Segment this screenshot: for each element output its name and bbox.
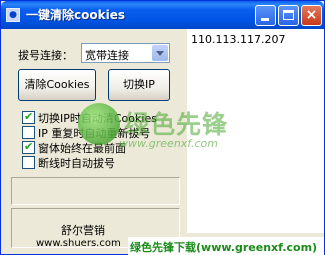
clear-cookies-button[interactable]: 清除Cookies bbox=[18, 69, 96, 101]
maximize-button[interactable] bbox=[278, 5, 299, 26]
status-box bbox=[11, 177, 180, 205]
option-label-always-on-top: 窗体始终在最前面 bbox=[38, 142, 126, 155]
checkbox-auto-clear-cookies[interactable]: ✔ bbox=[22, 110, 35, 124]
maximize-icon bbox=[283, 10, 294, 20]
watermark-banner-text: 绿色先锋下载(www.greenxf.com) bbox=[130, 241, 318, 254]
checkbox-always-on-top[interactable]: ✔ bbox=[22, 140, 35, 154]
minimize-icon bbox=[261, 18, 269, 21]
app-icon: ● bbox=[6, 8, 20, 22]
dial-connection-select[interactable]: 宽带连接 bbox=[81, 43, 170, 63]
minimize-button[interactable] bbox=[255, 5, 276, 26]
option-label-redial-on-disconnect: 断线时自动拔号 bbox=[38, 157, 115, 170]
watermark-url: www.greenxf.com bbox=[119, 137, 218, 150]
dial-connection-value: 宽带连接 bbox=[85, 49, 129, 62]
app-window: ● 一键清除cookies × 110.113.117.207 拔号连接： 宽带… bbox=[0, 0, 325, 255]
watermark-logo-icon bbox=[78, 103, 120, 145]
close-icon: × bbox=[305, 7, 318, 23]
brand-name: 舒尔营销 bbox=[61, 224, 105, 237]
switch-ip-button[interactable]: 切换IP bbox=[108, 69, 170, 101]
watermark-banner: 绿色先锋下载(www.greenxf.com) bbox=[128, 237, 324, 255]
watermark-text: 绿色先锋 bbox=[124, 110, 229, 139]
chevron-down-icon[interactable] bbox=[152, 45, 168, 61]
ip-list-item: 110.113.117.207 bbox=[191, 33, 286, 46]
checkbox-redial-on-repeat[interactable] bbox=[22, 126, 35, 139]
close-button[interactable]: × bbox=[301, 5, 322, 26]
dial-connection-label: 拔号连接： bbox=[18, 49, 73, 62]
checkbox-redial-on-disconnect[interactable] bbox=[22, 156, 35, 169]
checkmark-icon: ✔ bbox=[24, 110, 34, 123]
window-title: 一键清除cookies bbox=[26, 8, 125, 22]
checkmark-icon: ✔ bbox=[24, 140, 34, 153]
brand-site-link[interactable]: www.shuers.com bbox=[36, 238, 121, 249]
title-bar[interactable]: ● 一键清除cookies × bbox=[1, 1, 324, 29]
